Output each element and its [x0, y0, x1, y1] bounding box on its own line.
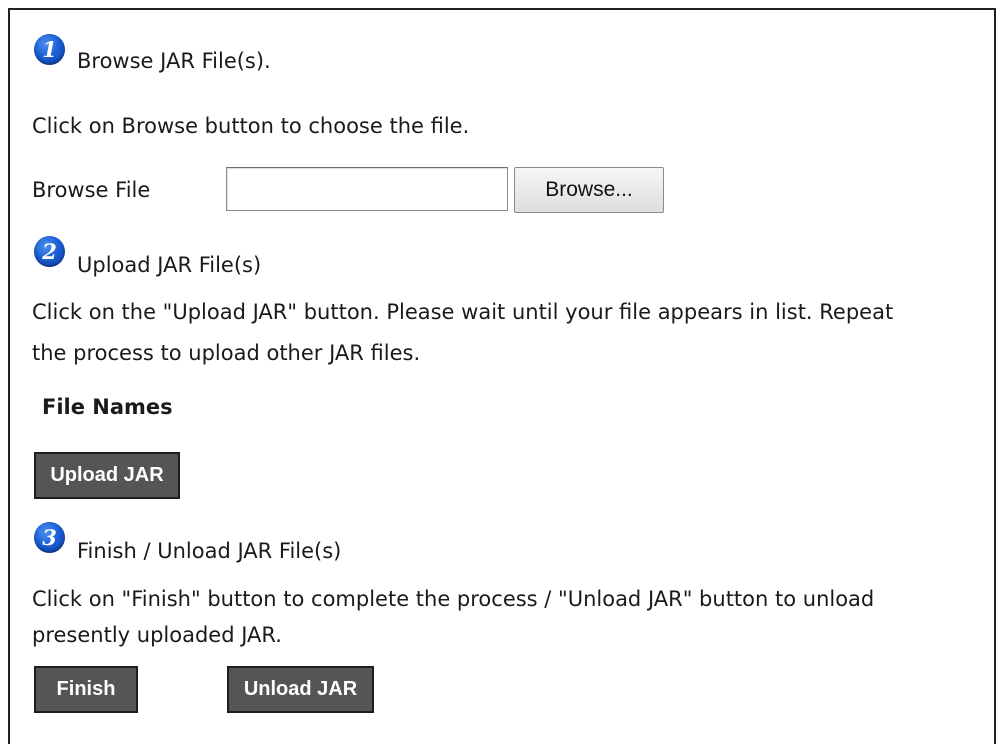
unload-jar-button[interactable]: Unload JAR [227, 666, 374, 713]
step-1-title: Browse JAR File(s). [77, 49, 271, 73]
finish-button[interactable]: Finish [34, 666, 138, 713]
browse-button[interactable]: Browse... [514, 167, 664, 213]
file-names-heading: File Names [42, 395, 173, 419]
step-3-title: Finish / Unload JAR File(s) [77, 539, 342, 563]
step-2-description-line-1: Click on the "Upload JAR" button. Please… [32, 300, 894, 324]
browse-file-label: Browse File [32, 178, 151, 202]
file-path-input[interactable] [226, 167, 508, 211]
step-1-description: Click on Browse button to choose the fil… [32, 114, 470, 138]
step-3-badge-icon: 3 [34, 522, 65, 553]
step-2-badge-icon: 2 [34, 236, 65, 267]
step-2-title: Upload JAR File(s) [77, 253, 262, 277]
step-2-description-line-2: the process to upload other JAR files. [32, 341, 421, 365]
step-3-description-line-1: Click on "Finish" button to complete the… [32, 587, 875, 611]
step-3-description-line-2: presently uploaded JAR. [32, 623, 282, 647]
step-1-badge-icon: 1 [34, 34, 65, 65]
upload-jar-button[interactable]: Upload JAR [34, 452, 180, 499]
